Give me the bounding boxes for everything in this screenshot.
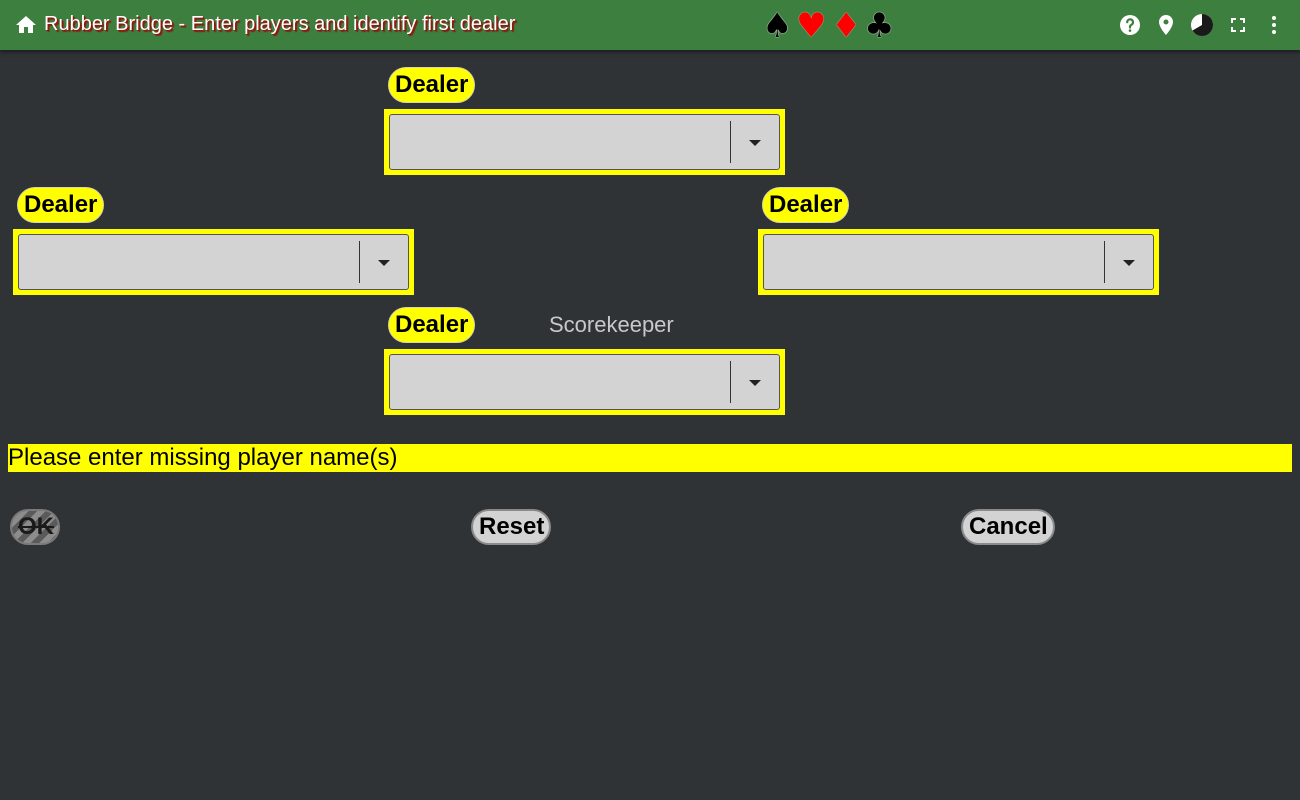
player-select-south[interactable]	[389, 354, 780, 410]
player-select-east[interactable]	[763, 234, 1154, 290]
select-divider	[730, 361, 731, 403]
location-pin-icon[interactable]	[1154, 13, 1178, 37]
heart-suit-button[interactable]: ♥	[796, 8, 826, 44]
help-icon[interactable]	[1118, 13, 1142, 37]
player-select-frame-east	[758, 229, 1159, 295]
home-icon[interactable]	[14, 13, 38, 37]
ok-button[interactable]: OK	[10, 509, 60, 545]
more-vert-icon[interactable]	[1262, 13, 1286, 37]
diamond-suit-button[interactable]: ♦	[831, 8, 861, 44]
spade-suit-button[interactable]: ♠	[762, 8, 792, 44]
player-select-frame-west	[13, 229, 414, 295]
fullscreen-icon[interactable]	[1226, 13, 1250, 37]
club-suit-button[interactable]: ♣	[864, 8, 894, 44]
chevron-down-icon[interactable]	[749, 380, 761, 386]
select-divider	[1104, 241, 1105, 283]
dealer-badge-south[interactable]: Dealer	[388, 307, 476, 343]
player-select-north[interactable]	[389, 114, 780, 170]
reset-button[interactable]: Reset	[471, 509, 551, 545]
dealer-badge-east[interactable]: Dealer	[762, 187, 850, 223]
theme-pie-icon[interactable]	[1190, 13, 1214, 37]
validation-message: Please enter missing player name(s)	[8, 444, 1292, 472]
cancel-button[interactable]: Cancel	[961, 509, 1055, 545]
chevron-down-icon[interactable]	[749, 140, 761, 146]
player-select-west[interactable]	[18, 234, 409, 290]
select-divider	[730, 121, 731, 163]
page-title: Rubber Bridge - Enter players and identi…	[44, 13, 516, 35]
player-select-frame-south	[384, 349, 785, 415]
chevron-down-icon[interactable]	[378, 260, 390, 266]
dealer-badge-west[interactable]: Dealer	[17, 187, 105, 223]
dealer-badge-north[interactable]: Dealer	[388, 67, 476, 103]
app-root: Rubber Bridge - Enter players and identi…	[0, 0, 1300, 800]
player-select-frame-north	[384, 109, 785, 175]
select-divider	[359, 241, 360, 283]
app-header: Rubber Bridge - Enter players and identi…	[0, 0, 1300, 50]
scorekeeper-label: Scorekeeper	[549, 312, 674, 337]
chevron-down-icon[interactable]	[1123, 260, 1135, 266]
